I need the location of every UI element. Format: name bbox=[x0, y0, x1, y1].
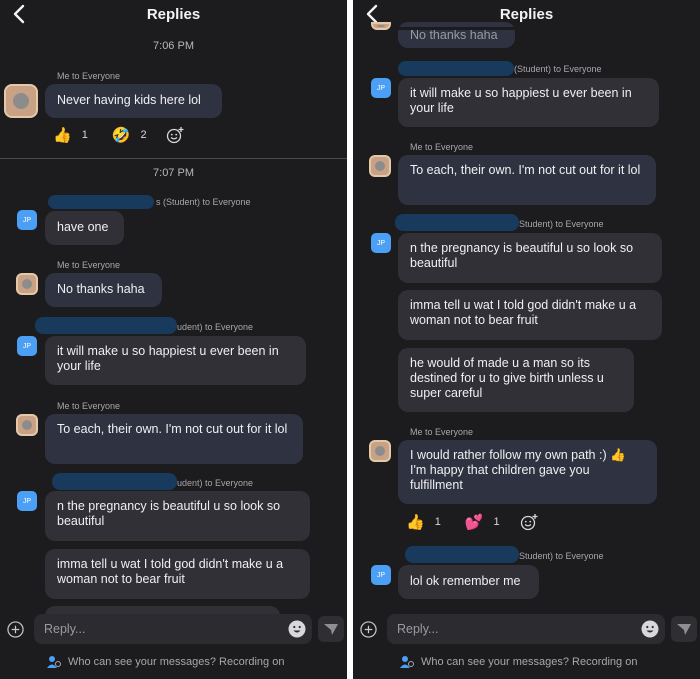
add-reaction-icon[interactable] bbox=[166, 126, 184, 144]
privacy-text: Who can see your messages? Recording on bbox=[68, 655, 285, 668]
thumbs-up-reaction[interactable]: 👍 bbox=[406, 513, 425, 531]
privacy-notice[interactable]: Who can see your messages? Recording on bbox=[399, 655, 637, 669]
message-bubble[interactable]: it will make u so happiest u ever been i… bbox=[398, 78, 659, 127]
sender-label: Me to Everyone bbox=[57, 260, 121, 270]
right-chat-panel: Replies No thanks haha (Student) to Ever… bbox=[353, 0, 700, 679]
message-bubble[interactable]: To each, their own. I'm not cut out for … bbox=[45, 414, 303, 464]
redacted-name bbox=[35, 317, 177, 334]
page-title: Replies bbox=[499, 6, 554, 23]
sender-label: s (Student) to Everyone bbox=[156, 197, 251, 207]
page-title: Replies bbox=[146, 6, 201, 23]
reply-input[interactable]: Reply... bbox=[34, 614, 312, 644]
message-bubble[interactable]: lol ok remember me bbox=[398, 565, 539, 599]
message-bubble[interactable]: No thanks haha bbox=[45, 273, 162, 307]
reaction-count: 1 bbox=[434, 516, 441, 528]
redacted-name bbox=[395, 214, 519, 231]
avatar: JP bbox=[17, 491, 37, 511]
message-bubble[interactable]: imma tell u wat I told god didn't make u… bbox=[45, 549, 310, 599]
avatar: JP bbox=[371, 565, 391, 585]
avatar bbox=[369, 155, 391, 177]
message-bubble[interactable]: have one bbox=[45, 211, 124, 245]
redacted-name bbox=[398, 61, 514, 76]
sender-label: Me to Everyone bbox=[410, 427, 474, 437]
rofl-reaction[interactable]: 🤣 bbox=[112, 126, 131, 144]
header: Replies bbox=[0, 0, 347, 30]
avatar bbox=[4, 84, 38, 118]
avatar bbox=[16, 414, 38, 436]
sender-label: (Student) to Everyone bbox=[514, 64, 602, 74]
two-hearts-reaction[interactable]: 💕 bbox=[465, 513, 484, 531]
reaction-bar: 👍 1 💕 1 bbox=[406, 513, 524, 531]
message-bubble[interactable]: imma tell u wat I told god didn't make u… bbox=[398, 290, 662, 340]
redacted-name bbox=[405, 546, 519, 563]
sender-label: Student) to Everyone bbox=[519, 219, 604, 229]
reply-input[interactable]: Reply... bbox=[387, 614, 665, 644]
timestamp: 7:06 PM bbox=[153, 40, 194, 52]
emoji-icon[interactable] bbox=[288, 620, 306, 638]
sender-label: Student) to Everyone bbox=[519, 551, 604, 561]
send-icon bbox=[324, 624, 338, 635]
reaction-bar: 👍 1 🤣 2 bbox=[53, 126, 171, 144]
avatar bbox=[16, 273, 38, 295]
avatar bbox=[369, 440, 391, 462]
message-bubble[interactable]: I would rather follow my own path :) 👍 I… bbox=[398, 440, 657, 504]
send-button[interactable] bbox=[318, 616, 344, 642]
message-bubble[interactable]: he would of made u a man so its destined… bbox=[398, 348, 634, 412]
divider bbox=[0, 158, 347, 159]
composer: Reply... bbox=[0, 614, 347, 644]
thumbs-up-reaction[interactable]: 👍 bbox=[53, 126, 72, 144]
sender-label: udent) to Everyone bbox=[177, 322, 254, 332]
left-chat-panel: Replies 7:06 PM Me to Everyone Never hav… bbox=[0, 0, 347, 679]
add-reaction-icon[interactable] bbox=[520, 513, 538, 531]
message-bubble-partial: No thanks haha bbox=[398, 22, 515, 48]
reaction-count: 1 bbox=[493, 516, 500, 528]
sender-label: Me to Everyone bbox=[57, 401, 121, 411]
plus-icon[interactable] bbox=[7, 621, 24, 638]
send-button[interactable] bbox=[671, 616, 697, 642]
avatar: JP bbox=[371, 78, 391, 98]
message-bubble[interactable]: it will make u so happiest u ever been i… bbox=[45, 336, 306, 385]
message-bubble[interactable]: To each, their own. I'm not cut out for … bbox=[398, 155, 656, 205]
people-icon bbox=[400, 656, 414, 668]
privacy-notice[interactable]: Who can see your messages? Recording on bbox=[46, 655, 284, 669]
reply-placeholder: Reply... bbox=[44, 622, 86, 636]
emoji-icon[interactable] bbox=[641, 620, 659, 638]
privacy-text: Who can see your messages? Recording on bbox=[421, 655, 638, 668]
avatar: JP bbox=[371, 233, 391, 253]
reply-placeholder: Reply... bbox=[397, 622, 439, 636]
send-icon bbox=[677, 624, 691, 635]
composer: Reply... bbox=[353, 614, 700, 644]
message-bubble[interactable]: Never having kids here lol bbox=[45, 84, 222, 118]
plus-icon[interactable] bbox=[360, 621, 377, 638]
reaction-count: 2 bbox=[140, 129, 147, 141]
avatar-partial bbox=[371, 22, 391, 30]
timestamp: 7:07 PM bbox=[153, 167, 194, 179]
reaction-count: 1 bbox=[81, 129, 88, 141]
sender-label: Me to Everyone bbox=[410, 142, 474, 152]
message-bubble[interactable]: n the pregnancy is beautiful u so look s… bbox=[398, 233, 662, 283]
header-edge bbox=[353, 27, 700, 30]
sender-label: Me to Everyone bbox=[57, 71, 121, 81]
redacted-name bbox=[48, 195, 154, 209]
people-icon bbox=[47, 656, 61, 668]
message-bubble[interactable]: n the pregnancy is beautiful u so look s… bbox=[45, 491, 310, 541]
avatar: JP bbox=[17, 336, 37, 356]
avatar: JP bbox=[17, 210, 37, 230]
sender-label: udent) to Everyone bbox=[177, 478, 254, 488]
redacted-name bbox=[52, 473, 177, 490]
